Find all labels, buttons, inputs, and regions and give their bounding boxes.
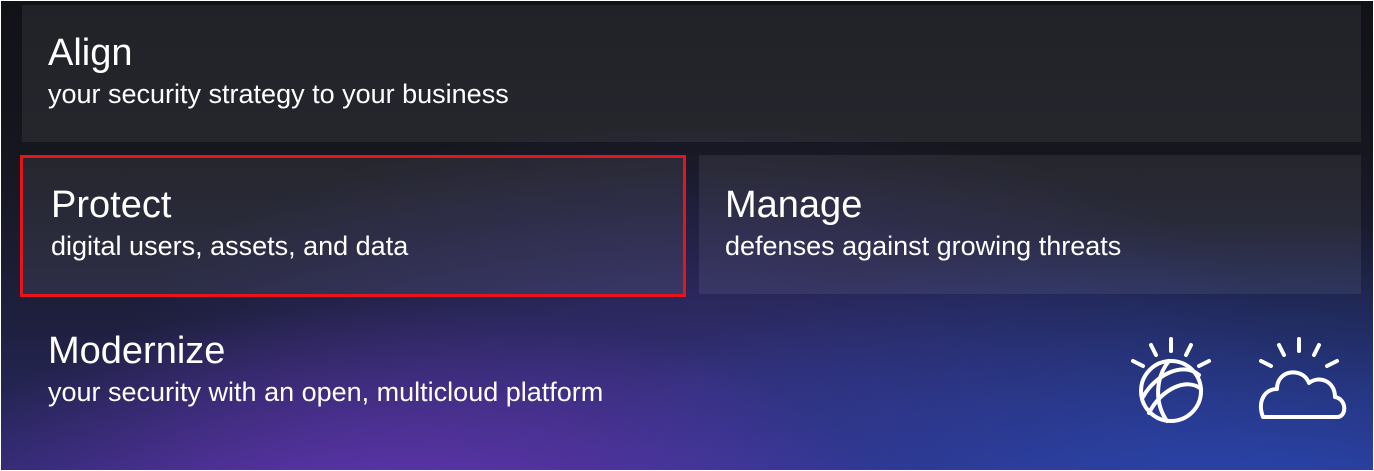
manage-subtitle: defenses against growing threats (725, 231, 1122, 261)
protect-title: Protect (51, 184, 172, 226)
platform-icons (1121, 331, 1351, 431)
manage-card[interactable]: Manage defenses against growing threats (699, 155, 1361, 294)
globe-sunrise-icon (1131, 337, 1211, 423)
modernize-card[interactable]: Modernize your security with an open, mu… (22, 311, 1122, 461)
security-framework-slide: Align your security strategy to your bus… (0, 0, 1374, 471)
manage-title: Manage (725, 184, 863, 226)
cloud-sunrise-icon (1258, 337, 1347, 419)
modernize-title: Modernize (48, 330, 226, 372)
modernize-subtitle: your security with an open, multicloud p… (48, 377, 604, 407)
protect-card[interactable]: Protect digital users, assets, and data (20, 155, 686, 297)
align-card[interactable]: Align your security strategy to your bus… (22, 5, 1361, 142)
align-subtitle: your security strategy to your business (48, 79, 509, 109)
protect-subtitle: digital users, assets, and data (51, 231, 409, 261)
align-title: Align (48, 32, 133, 74)
